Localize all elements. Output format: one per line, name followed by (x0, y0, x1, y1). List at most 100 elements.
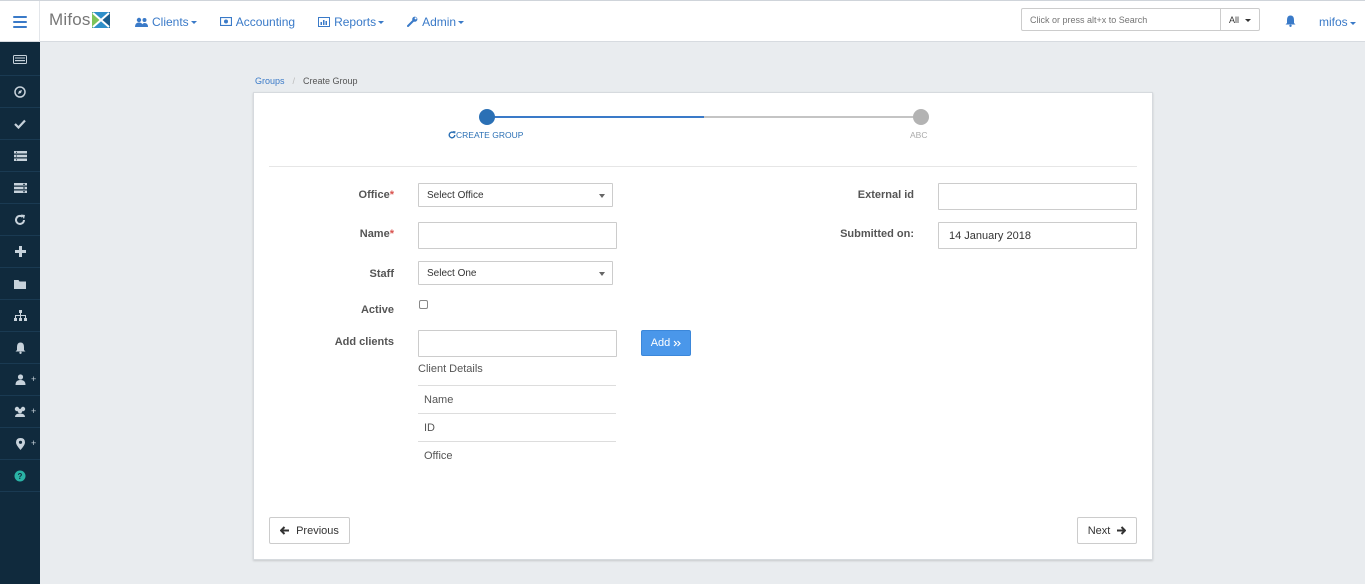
nav-reports-label: Reports (334, 14, 377, 29)
section-divider (269, 166, 1137, 167)
submitted-on-date-input[interactable] (938, 222, 1137, 249)
search-input[interactable] (1021, 8, 1221, 31)
client-details-title: Client Details (418, 363, 483, 375)
nav-admin[interactable]: Admin (407, 14, 465, 29)
dropdown-arrow-icon (599, 194, 605, 198)
hamburger-icon (12, 15, 27, 28)
nav-accounting-label: Accounting (235, 14, 296, 29)
sidebar-item-notifications[interactable] (0, 332, 40, 364)
step-create-group-dot[interactable] (479, 109, 495, 125)
search-scope-dropdown[interactable]: All (1220, 8, 1260, 31)
staff-label: Staff (369, 268, 394, 280)
required-mark: * (389, 228, 394, 240)
dropdown-arrow-icon (599, 272, 605, 276)
sidebar: + + + ? (0, 42, 40, 584)
list-icon (13, 150, 27, 161)
office-label: Office* (334, 189, 394, 201)
office-select[interactable]: Select Office (418, 183, 613, 207)
breadcrumb: Groups / Create Group (255, 76, 358, 86)
step-create-group-label[interactable]: CREATE GROUP (448, 130, 523, 140)
sidebar-item-help[interactable]: ? (0, 460, 40, 492)
sidebar-item-add-center[interactable]: + (0, 428, 40, 460)
double-chevron-right-icon (673, 340, 682, 346)
office-select-value: Select Office (427, 189, 484, 201)
name-label: Name* (334, 228, 394, 240)
next-button[interactable]: Next (1077, 517, 1137, 544)
active-checkbox[interactable] (419, 300, 428, 309)
list-alt-icon (13, 182, 27, 193)
sitemap-icon (13, 310, 27, 321)
staff-select-value: Select One (427, 267, 477, 279)
create-group-card: CREATE GROUP ABC Office* Select Office N… (253, 92, 1153, 560)
sidebar-item-refresh[interactable] (0, 204, 40, 236)
plus-icon (14, 246, 26, 257)
sidebar-item-folder[interactable] (0, 268, 40, 300)
caret-down-icon (190, 21, 197, 24)
bar-chart-icon (318, 16, 331, 27)
external-id-input[interactable] (938, 183, 1137, 210)
sidebar-item-plus[interactable] (0, 236, 40, 268)
step-abc-label[interactable]: ABC (910, 130, 927, 140)
external-id-label: External id (857, 189, 914, 201)
client-details-table: Name ID Office (418, 385, 616, 469)
nav-clients-label: Clients (152, 14, 189, 29)
bell-icon (15, 342, 25, 354)
check-icon (14, 119, 26, 129)
previous-button-label: Previous (296, 524, 339, 537)
user-plus-icon (15, 374, 25, 385)
step-abc-dot[interactable] (913, 109, 929, 125)
refresh-icon (448, 131, 456, 139)
stepper-progress-line (487, 116, 704, 118)
mifos-x-icon (91, 12, 110, 28)
nav-reports[interactable]: Reports (318, 14, 385, 29)
brand-text: Mifos (49, 10, 91, 29)
breadcrumb-separator: / (292, 76, 296, 86)
users-plus-icon (14, 406, 26, 417)
caret-down-icon (378, 21, 385, 24)
brand-logo[interactable]: Mifos (49, 10, 110, 30)
add-clients-input[interactable] (418, 330, 617, 357)
sidebar-plus-mark: + (31, 406, 37, 416)
name-input[interactable] (418, 222, 617, 249)
active-label: Active (360, 304, 394, 316)
sidebar-item-check[interactable] (0, 108, 40, 140)
stepper-remaining-line (704, 116, 921, 118)
client-details-row-name: Name (418, 385, 616, 413)
sidebar-plus-mark: + (31, 438, 37, 448)
sidebar-item-list-alt[interactable] (0, 172, 40, 204)
breadcrumb-current: Create Group (303, 76, 358, 86)
staff-select[interactable]: Select One (418, 261, 613, 285)
add-button-label: Add (650, 337, 671, 349)
sidebar-item-add-client[interactable]: + (0, 364, 40, 396)
users-icon (135, 17, 148, 27)
caret-down-icon (1349, 21, 1356, 25)
add-clients-label: Add clients (334, 336, 394, 348)
folder-icon (14, 279, 26, 289)
nav-admin-label: Admin (422, 14, 457, 29)
sidebar-item-keyboard[interactable] (0, 44, 40, 76)
name-label-text: Name (359, 228, 390, 240)
next-button-label: Next (1087, 524, 1111, 537)
sidebar-item-sitemap[interactable] (0, 300, 40, 332)
notifications-bell-icon[interactable] (1285, 15, 1296, 30)
office-label-text: Office (358, 189, 390, 201)
previous-button[interactable]: Previous (269, 517, 350, 544)
top-navbar: Mifos Clients Accounting Reports Admin C… (0, 0, 1365, 42)
sidebar-item-compass[interactable] (0, 76, 40, 108)
hamburger-menu-button[interactable] (0, 1, 40, 42)
required-mark: * (389, 189, 394, 201)
map-marker-plus-icon (15, 437, 25, 450)
arrow-left-icon (280, 526, 290, 535)
main-nav: Clients Accounting Reports Admin (135, 1, 487, 42)
nav-clients[interactable]: Clients (135, 15, 197, 29)
nav-accounting[interactable]: Accounting (219, 14, 296, 29)
refresh-icon (15, 214, 25, 225)
sidebar-item-add-group[interactable]: + (0, 396, 40, 428)
add-client-button[interactable]: Add (641, 330, 691, 356)
submitted-on-label: Submitted on: (840, 228, 914, 240)
user-menu[interactable]: mifos (1319, 15, 1356, 29)
breadcrumb-groups-link[interactable]: Groups (255, 76, 285, 86)
client-details-row-id: ID (418, 413, 616, 441)
help-icon: ? (14, 470, 26, 481)
sidebar-item-list[interactable] (0, 140, 40, 172)
